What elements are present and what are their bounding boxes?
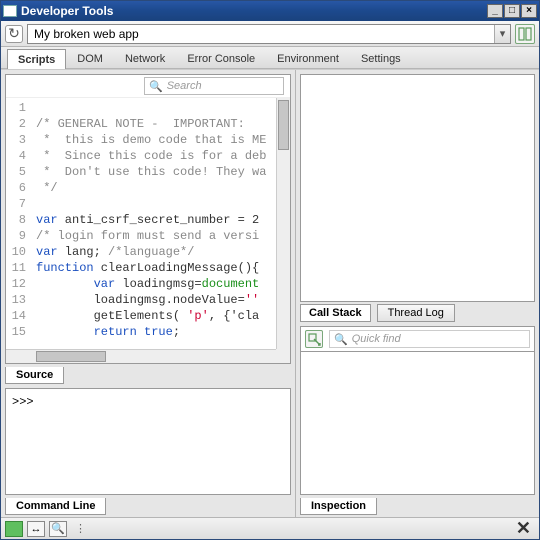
vertical-scrollbar[interactable] bbox=[276, 98, 290, 349]
status-expand-button[interactable]: ↔ bbox=[27, 521, 45, 537]
source-tab-label[interactable]: Source bbox=[5, 367, 64, 384]
callstack-tab[interactable]: Call Stack bbox=[300, 304, 371, 322]
inspection-toolbar: 🔍 Quick find bbox=[300, 326, 535, 352]
statusbar: ↔ 🔍 ⋮ ✕ bbox=[1, 517, 539, 539]
reload-button[interactable]: ↻ bbox=[5, 25, 23, 43]
source-search-input[interactable]: 🔍 Search bbox=[144, 77, 284, 95]
tab-error-console[interactable]: Error Console bbox=[176, 48, 266, 68]
horizontal-scrollbar[interactable] bbox=[6, 349, 276, 363]
inspection-tab-label[interactable]: Inspection bbox=[300, 498, 377, 515]
url-dropdown-icon[interactable]: ▾ bbox=[494, 25, 510, 43]
close-button[interactable]: × bbox=[521, 4, 537, 18]
quick-find-input[interactable]: 🔍 Quick find bbox=[329, 330, 530, 348]
line-gutter: 123456789101112131415 bbox=[6, 98, 32, 363]
tab-environment[interactable]: Environment bbox=[266, 48, 350, 68]
source-panel: 🔍 Search 123456789101112131415 /* GENERA… bbox=[5, 74, 291, 364]
command-line-panel[interactable]: >>> bbox=[5, 388, 291, 495]
url-field[interactable]: ▾ bbox=[27, 24, 511, 44]
tab-network[interactable]: Network bbox=[114, 48, 176, 68]
status-divider: ⋮ bbox=[71, 522, 86, 535]
search-icon: 🔍 bbox=[334, 333, 348, 346]
status-search-button[interactable]: 🔍 bbox=[49, 521, 67, 537]
status-record-button[interactable] bbox=[5, 521, 23, 537]
inspect-icon[interactable] bbox=[305, 330, 323, 348]
status-close-button[interactable]: ✕ bbox=[512, 518, 535, 539]
maximize-button[interactable]: □ bbox=[504, 4, 520, 18]
main-tabstrip: Scripts DOM Network Error Console Enviro… bbox=[1, 47, 539, 69]
url-input[interactable] bbox=[28, 25, 494, 43]
code-area[interactable]: /* GENERAL NOTE - IMPORTANT: * this is d… bbox=[32, 98, 290, 363]
minimize-button[interactable]: _ bbox=[487, 4, 503, 18]
search-icon: 🔍 bbox=[149, 80, 163, 93]
toolbar: ↻ ▾ bbox=[1, 21, 539, 47]
inspection-panel bbox=[300, 352, 535, 495]
tab-scripts[interactable]: Scripts bbox=[7, 49, 66, 69]
cmd-prompt: >>> bbox=[12, 395, 34, 409]
window-title: Developer Tools bbox=[21, 4, 487, 18]
app-icon bbox=[3, 5, 17, 17]
callstack-panel bbox=[300, 74, 535, 302]
titlebar: Developer Tools _ □ × bbox=[1, 1, 539, 21]
tab-settings[interactable]: Settings bbox=[350, 48, 412, 68]
threadlog-tab[interactable]: Thread Log bbox=[377, 304, 455, 322]
command-line-tab-label[interactable]: Command Line bbox=[5, 498, 106, 515]
tab-dom[interactable]: DOM bbox=[66, 48, 114, 68]
panel-toggle-button[interactable] bbox=[515, 24, 535, 44]
